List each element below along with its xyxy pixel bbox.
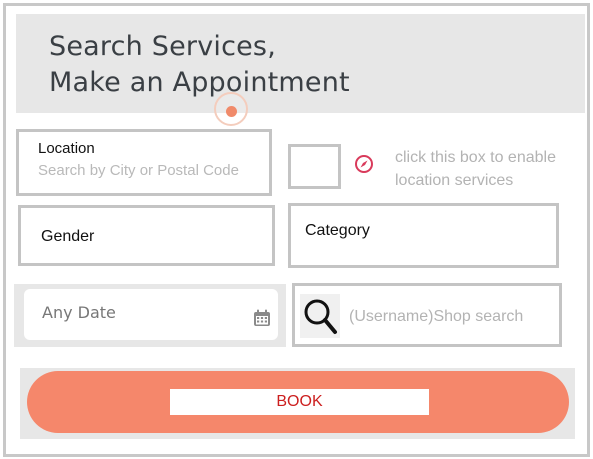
category-select[interactable]: Category bbox=[288, 203, 559, 268]
search-icon bbox=[304, 299, 337, 334]
location-services-checkbox[interactable] bbox=[288, 144, 341, 189]
book-button[interactable]: BOOK bbox=[27, 371, 569, 433]
location-field[interactable]: Location bbox=[16, 129, 272, 196]
book-button-label: BOOK bbox=[170, 389, 429, 415]
gender-label: Gender bbox=[41, 228, 95, 245]
gender-select[interactable]: Gender bbox=[18, 205, 275, 266]
location-services-hint: click this box to enable location servic… bbox=[395, 149, 556, 189]
shop-search-field[interactable] bbox=[292, 283, 562, 347]
location-input[interactable] bbox=[38, 162, 268, 179]
date-label: Any Date bbox=[42, 303, 116, 322]
location-label: Location bbox=[38, 140, 95, 157]
book-button-container: BOOK bbox=[20, 368, 575, 439]
map-pin-icon bbox=[226, 106, 237, 117]
shop-search-input[interactable] bbox=[349, 308, 549, 326]
compass-icon bbox=[355, 155, 373, 173]
header-banner: Search Services, Make an Appointment bbox=[16, 14, 585, 113]
date-picker[interactable]: Any Date bbox=[24, 289, 278, 340]
search-button[interactable] bbox=[300, 294, 340, 338]
date-picker-container: Any Date bbox=[14, 284, 286, 347]
category-label: Category bbox=[305, 222, 370, 239]
calendar-icon[interactable] bbox=[253, 309, 271, 327]
page-title: Search Services, Make an Appointment bbox=[49, 31, 350, 98]
